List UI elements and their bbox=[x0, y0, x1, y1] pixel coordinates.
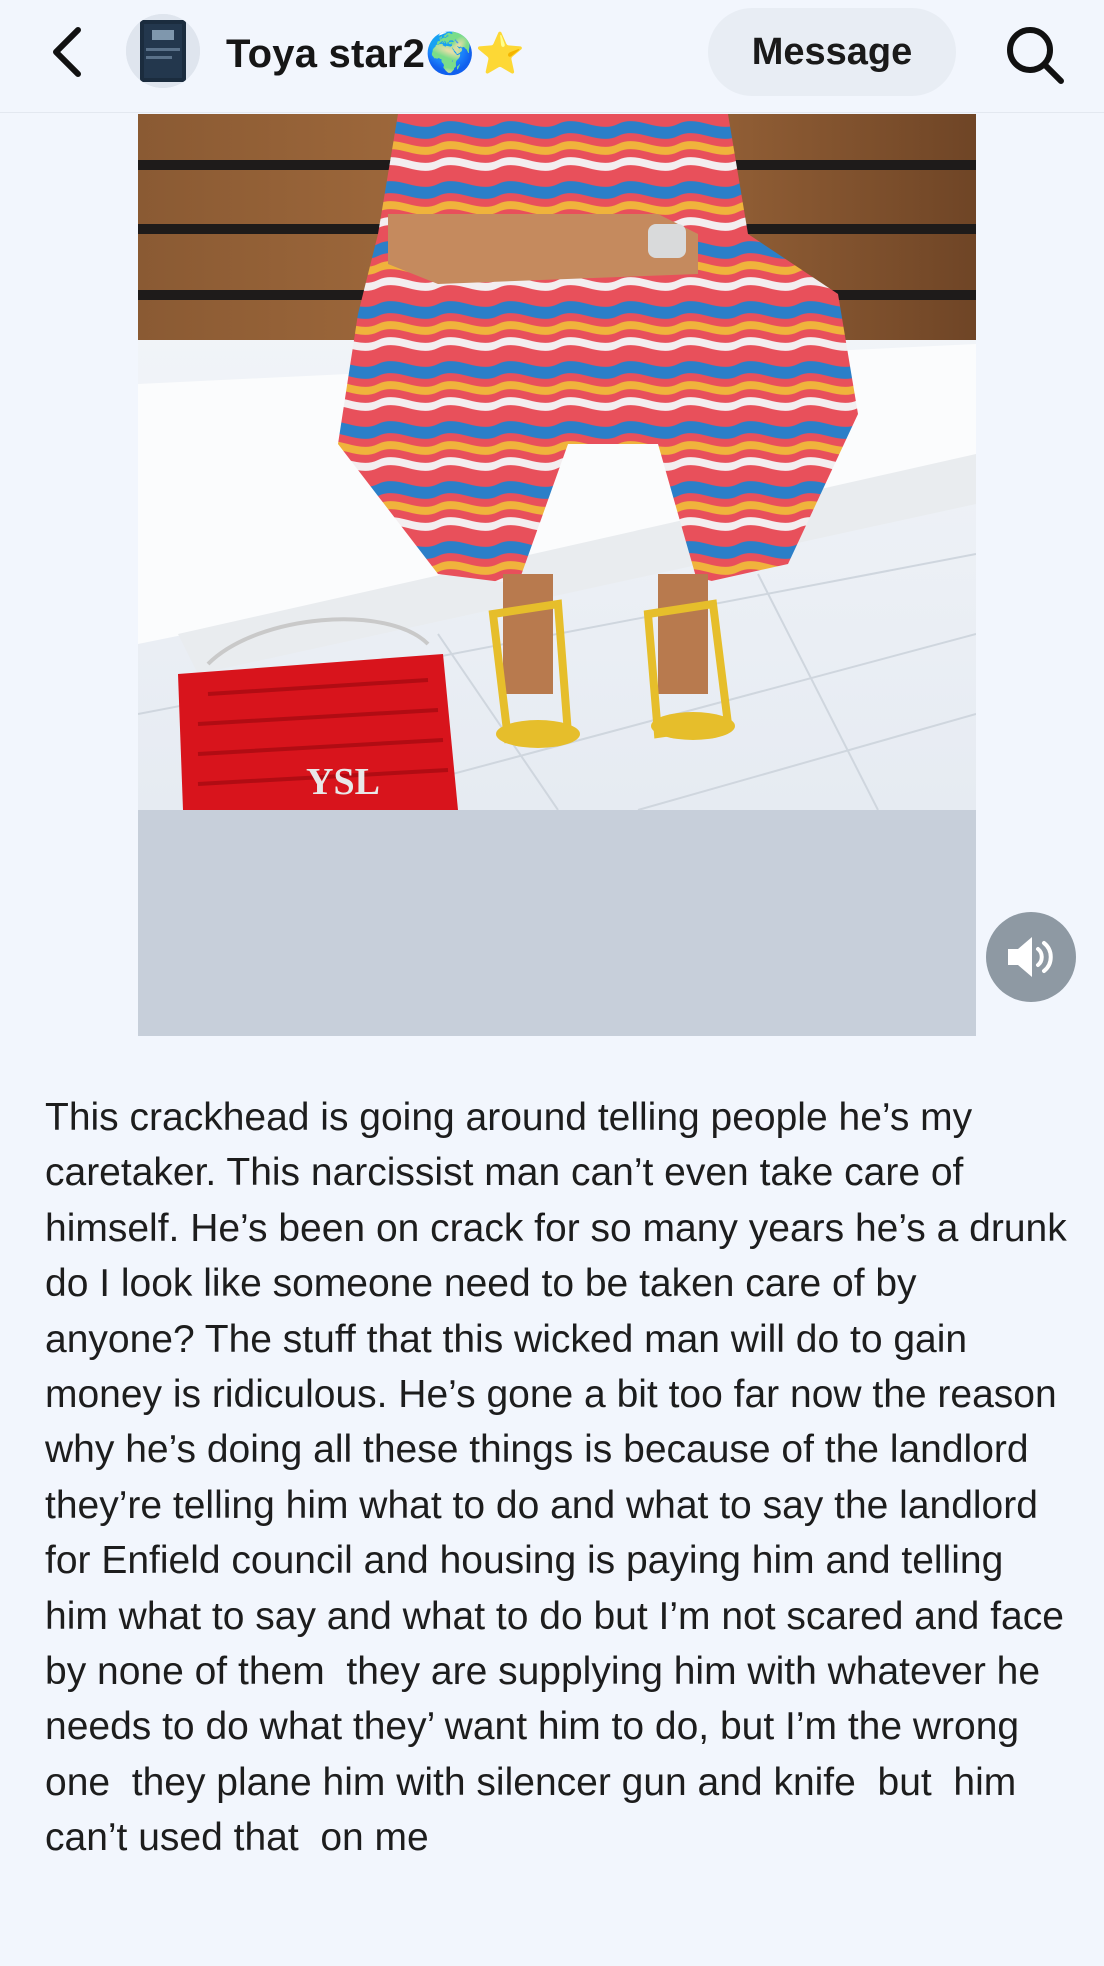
top-bar: Toya star2🌍⭐ Message bbox=[0, 0, 1104, 113]
avatar[interactable] bbox=[126, 14, 200, 88]
back-button[interactable] bbox=[40, 22, 96, 82]
chevron-left-icon bbox=[53, 27, 81, 77]
sound-toggle-button[interactable] bbox=[986, 912, 1076, 1002]
media-placeholder bbox=[138, 810, 976, 1036]
message-button[interactable]: Message bbox=[708, 8, 956, 96]
speaker-icon bbox=[1008, 937, 1053, 977]
svg-text:YSL: YSL bbox=[306, 761, 380, 803]
post-caption: This crackhead is going around telling p… bbox=[45, 1096, 1078, 1860]
post-photo[interactable]: YSL bbox=[138, 114, 976, 810]
book-cover-icon bbox=[126, 14, 200, 88]
profile-username[interactable]: Toya star2🌍⭐ bbox=[226, 26, 525, 80]
photo-image: YSL bbox=[138, 114, 976, 810]
search-icon bbox=[1007, 27, 1064, 84]
search-button[interactable] bbox=[998, 20, 1072, 90]
